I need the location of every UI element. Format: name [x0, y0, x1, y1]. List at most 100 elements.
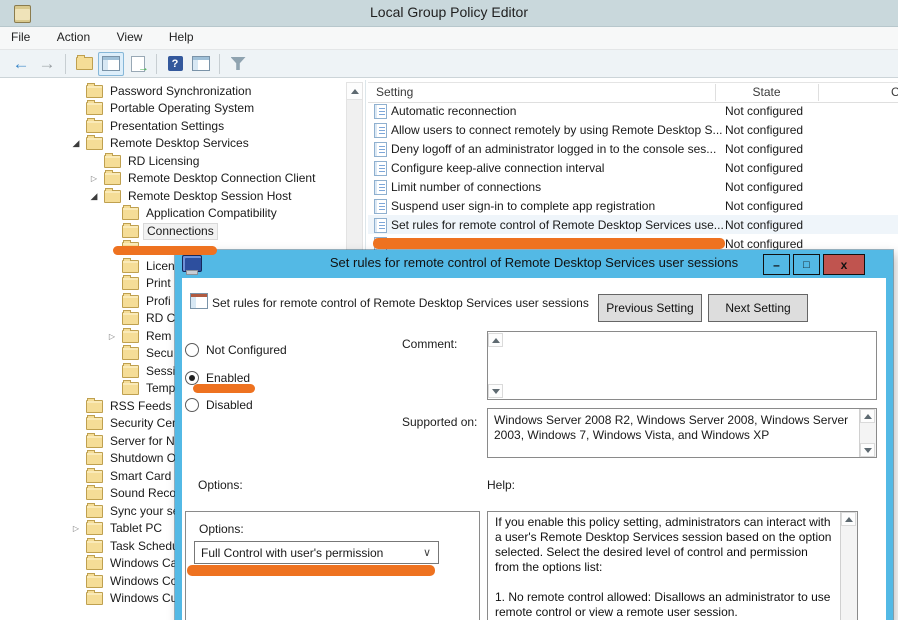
tree-item-rd-licensing[interactable]: RD Licensing [0, 152, 346, 170]
scroll-down-button[interactable] [860, 443, 875, 457]
minimize-button[interactable]: – [763, 254, 790, 275]
tree-item-label: Security Cen [107, 416, 182, 431]
control-level-dropdown[interactable]: Full Control with user's permission ∨ [194, 541, 439, 564]
tree-item-label: Windows Co [107, 574, 180, 589]
tree-item-label: Sessi [143, 364, 178, 379]
expand-arrow-icon[interactable]: ▷ [106, 332, 118, 341]
maximize-button[interactable]: □ [793, 254, 820, 275]
setting-row-suspend-user-sign-in-to-complete-app-reg[interactable]: Suspend user sign-in to complete app reg… [368, 196, 898, 215]
tree-item-password-synchronization[interactable]: Password Synchronization [0, 82, 346, 100]
setting-name: Allow users to connect remotely by using… [391, 123, 722, 137]
setting-name: Suspend user sign-in to complete app reg… [391, 199, 655, 213]
help-icon: ? [168, 56, 183, 71]
tree-item-application-compatibility[interactable]: Application Compatibility [0, 205, 346, 223]
setting-row-configure-keep-alive-connection-interval[interactable]: Configure keep-alive connection interval… [368, 158, 898, 177]
tree-item-label: Task Schedu [107, 539, 182, 554]
close-button[interactable]: x [823, 254, 865, 275]
dialog-titlebar: Set rules for remote control of Remote D… [175, 250, 893, 278]
menu-view[interactable]: View [106, 27, 154, 49]
column-divider[interactable] [818, 84, 819, 101]
policy-setting-icon [374, 123, 387, 138]
supported-scrollbar[interactable] [859, 409, 876, 457]
supported-on-box[interactable]: Windows Server 2008 R2, Windows Server 2… [487, 408, 877, 458]
comment-scroll-down[interactable] [488, 384, 503, 398]
collapse-arrow-icon[interactable]: ◢ [70, 138, 82, 149]
options-section-label: Options: [198, 478, 243, 492]
next-setting-button[interactable]: Next Setting [708, 294, 808, 322]
menu-bar: File Action View Help [0, 27, 898, 50]
tree-item-label: Remote Desktop Session Host [125, 189, 294, 204]
folder-icon [86, 505, 103, 518]
scroll-up-button[interactable] [347, 83, 362, 100]
comment-label: Comment: [402, 337, 457, 351]
folder-icon [86, 120, 103, 133]
folder-icon [122, 277, 139, 290]
setting-row-limit-number-of-connections[interactable]: Limit number of connectionsNot configure… [368, 177, 898, 196]
setting-row-deny-logoff-of-an-administrator-logged-i[interactable]: Deny logoff of an administrator logged i… [368, 139, 898, 158]
toolbar-up-one-level-button[interactable] [72, 53, 96, 75]
previous-setting-button[interactable]: Previous Setting [598, 294, 702, 322]
forward-arrow-icon: → [39, 55, 56, 72]
expand-arrow-icon[interactable]: ▷ [70, 524, 82, 533]
tree-item-label: Presentation Settings [107, 119, 227, 134]
comment-textarea[interactable] [487, 331, 877, 400]
radio-button-icon[interactable] [185, 371, 199, 385]
toolbar-forward-button[interactable]: → [35, 53, 59, 75]
triangle-down-icon [492, 389, 500, 394]
radio-disabled[interactable]: Disabled [185, 398, 253, 412]
tree-item-label: Licen [143, 259, 178, 274]
triangle-up-icon [864, 414, 872, 419]
menu-help[interactable]: Help [158, 27, 205, 49]
toolbar-back-button[interactable]: ← [9, 53, 33, 75]
toolbar-filter-button[interactable] [226, 53, 250, 75]
setting-row-set-rules-for-remote-control-of-remote-d[interactable]: Set rules for remote control of Remote D… [368, 215, 898, 234]
expand-arrow-icon[interactable]: ▷ [88, 174, 100, 183]
tree-item-remote-desktop-services[interactable]: ◢Remote Desktop Services [0, 135, 346, 153]
folder-icon [76, 57, 93, 70]
folder-icon [122, 365, 139, 378]
back-arrow-icon: ← [13, 55, 30, 72]
setting-state: Not configured [725, 199, 803, 213]
radio-enabled[interactable]: Enabled [185, 371, 250, 385]
tree-item-presentation-settings[interactable]: Presentation Settings [0, 117, 346, 135]
menu-file[interactable]: File [0, 27, 41, 49]
setting-row-automatic-reconnection[interactable]: Automatic reconnectionNot configured [368, 101, 898, 120]
folder-icon [122, 382, 139, 395]
scroll-up-button[interactable] [841, 512, 856, 526]
column-header-state[interactable]: State [715, 85, 818, 99]
tree-item-label: Windows Cu [107, 591, 180, 606]
column-header-setting[interactable]: Setting [376, 85, 413, 99]
column-header-comment[interactable]: Comment [891, 85, 898, 99]
toolbar-show-properties-button[interactable] [189, 53, 213, 75]
policy-setting-dialog: Set rules for remote control of Remote D… [175, 250, 893, 620]
folder-icon [86, 540, 103, 553]
folder-icon [86, 435, 103, 448]
radio-button-icon[interactable] [185, 343, 199, 357]
tree-item-portable-operating-system[interactable]: Portable Operating System [0, 100, 346, 118]
menu-action[interactable]: Action [46, 27, 101, 49]
triangle-down-icon [864, 448, 872, 453]
toolbar-separator [219, 54, 220, 74]
scroll-up-button[interactable] [860, 409, 875, 423]
highlight-annotation-dropdown [187, 565, 435, 576]
setting-row-allow-users-to-connect-remotely-by-using[interactable]: Allow users to connect remotely by using… [368, 120, 898, 139]
policy-setting-icon [374, 142, 387, 157]
tree-item-label: Application Compatibility [143, 206, 280, 221]
comment-scroll-up[interactable] [488, 333, 503, 347]
tree-item-label: Remote Desktop Connection Client [125, 171, 318, 186]
radio-button-icon[interactable] [185, 398, 199, 412]
tree-item-label: Connections [143, 223, 218, 240]
help-scrollbar[interactable] [840, 512, 857, 620]
tree-item-remote-desktop-session-host[interactable]: ◢ Remote Desktop Session Host [0, 187, 346, 205]
column-divider[interactable] [715, 84, 716, 101]
toolbar-export-list-button[interactable] [126, 53, 150, 75]
help-panel: If you enable this policy setting, admin… [487, 511, 858, 620]
tree-item-label: Secu [143, 346, 176, 361]
collapse-arrow-icon[interactable]: ◢ [88, 191, 100, 202]
toolbar-show-console-tree-button[interactable] [98, 52, 124, 76]
setting-name: Set rules for remote control of Remote D… [391, 218, 724, 232]
tree-item-remote-desktop-connection-client[interactable]: ▷ Remote Desktop Connection Client [0, 170, 346, 188]
tree-item-connections[interactable]: Connections [0, 222, 346, 240]
toolbar-help-button[interactable]: ? [163, 53, 187, 75]
radio-not-configured[interactable]: Not Configured [185, 343, 287, 357]
